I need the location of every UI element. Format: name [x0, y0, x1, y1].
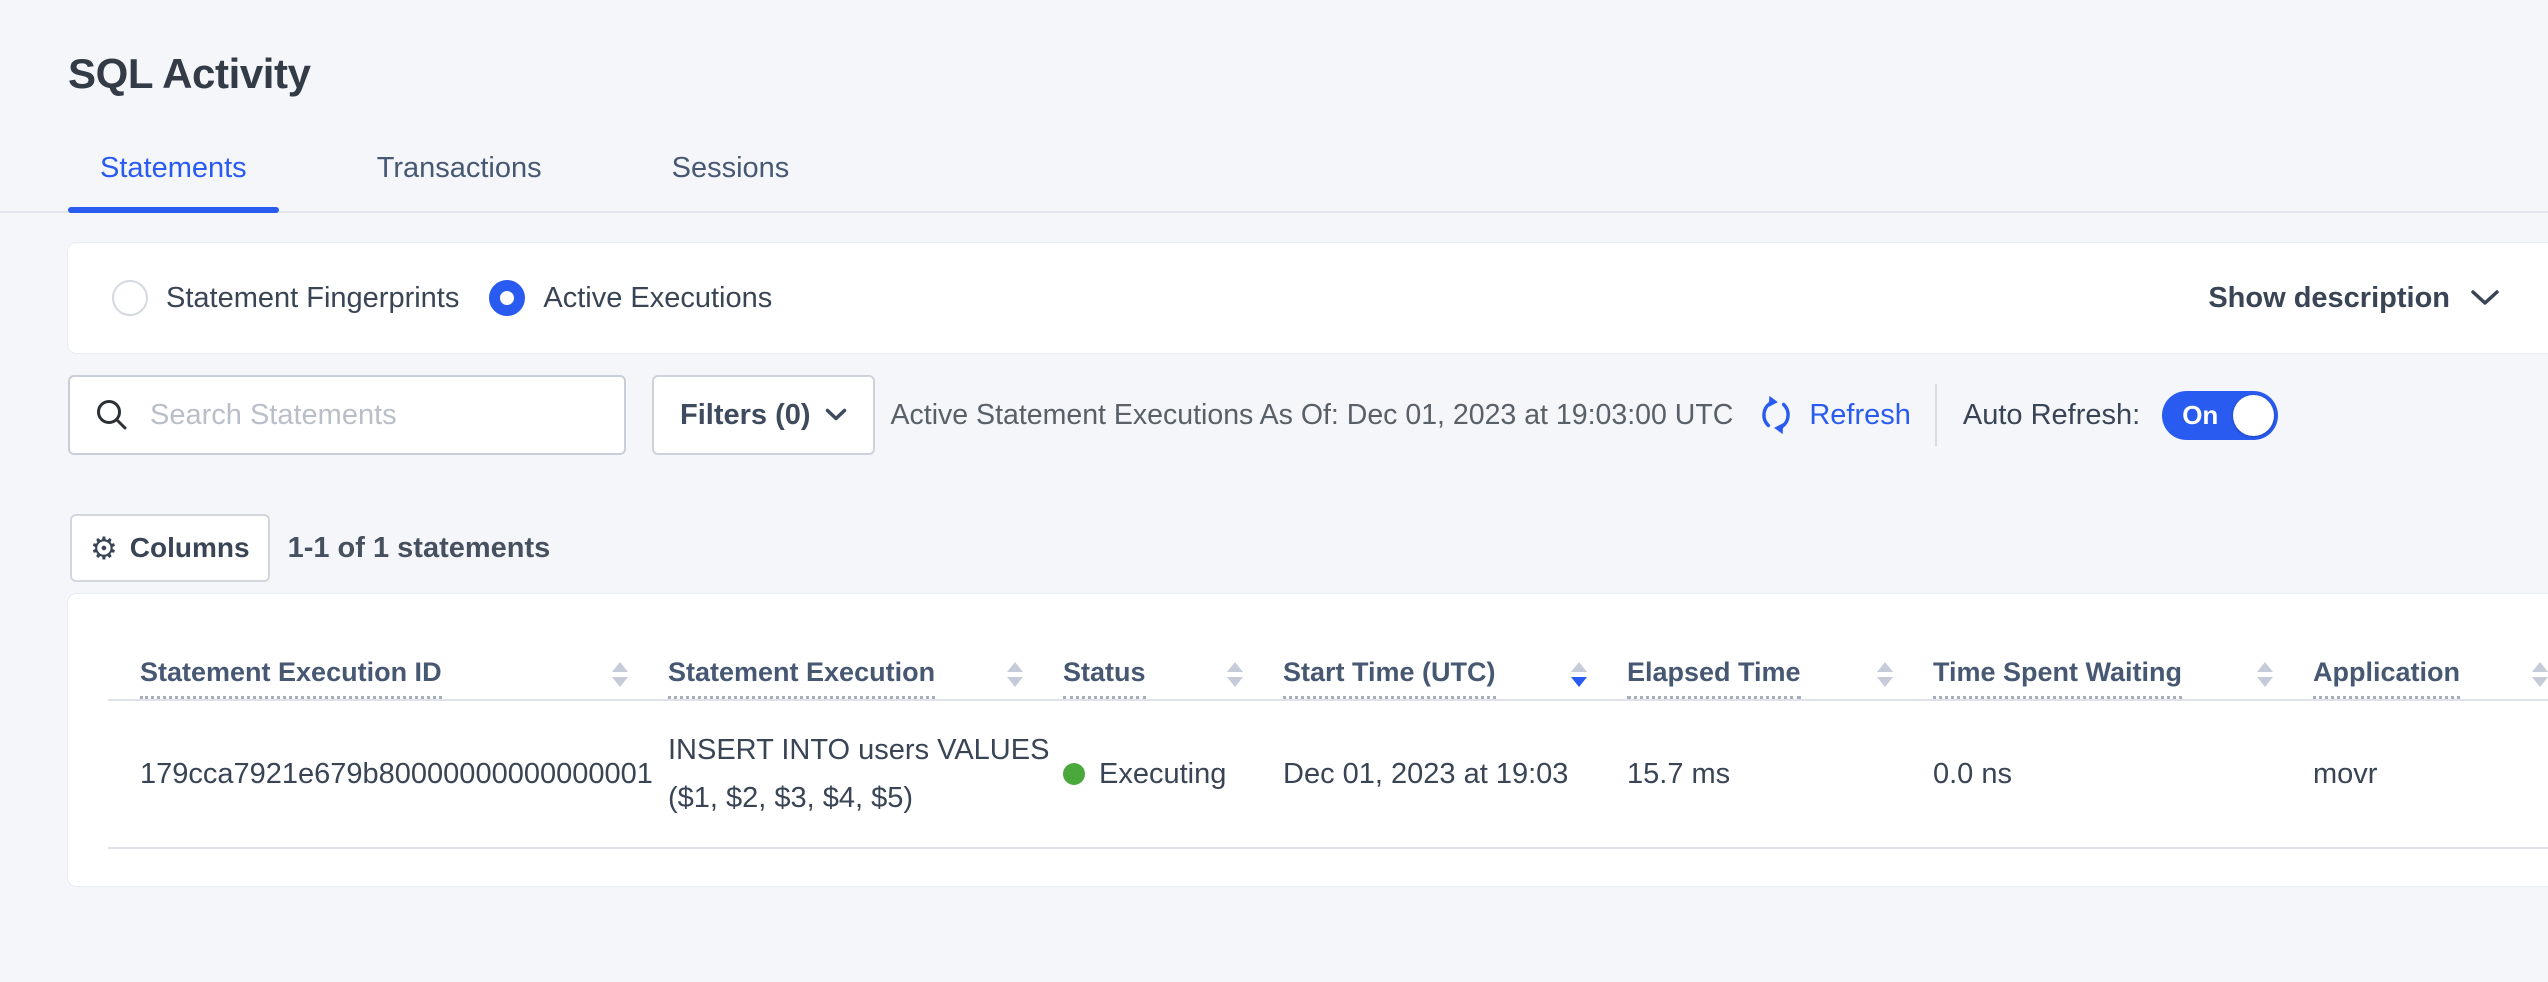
chevron-down-icon: [825, 408, 847, 422]
show-description-label: Show description: [2208, 282, 2450, 315]
cell-time-spent-waiting: 0.0 ns: [1933, 700, 2313, 848]
view-mode-card: Statement Fingerprints Active Executions…: [68, 243, 2548, 353]
cell-status: Executing: [1063, 700, 1283, 848]
show-description-button[interactable]: Show description: [2208, 243, 2500, 353]
sort-arrows-icon: [1227, 662, 1243, 699]
statement-line-2: ($1, $2, $3, $4, $5): [668, 774, 1063, 822]
column-header-elapsed-time[interactable]: Elapsed Time: [1627, 594, 1933, 700]
radio-label: Statement Fingerprints: [166, 282, 459, 315]
column-header-time-spent-waiting[interactable]: Time Spent Waiting: [1933, 594, 2313, 700]
auto-refresh-toggle[interactable]: On: [2162, 391, 2278, 440]
cell-statement: INSERT INTO users VALUES ($1, $2, $3, $4…: [668, 700, 1063, 848]
radio-label: Active Executions: [543, 282, 772, 315]
columns-button[interactable]: ⚙ Columns: [70, 514, 270, 582]
chevron-down-icon: [2470, 289, 2500, 307]
sort-arrows-desc-icon: [1571, 662, 1587, 699]
auto-refresh-label: Auto Refresh:: [1963, 399, 2140, 432]
tab-bar: Statements Transactions Sessions: [0, 140, 2548, 213]
cell-application: movr: [2313, 700, 2548, 848]
radio-unselected-icon: [112, 280, 148, 316]
radio-statement-fingerprints[interactable]: Statement Fingerprints: [112, 280, 459, 316]
statement-line-1: INSERT INTO users VALUES: [668, 726, 1063, 774]
status-executing-dot-icon: [1063, 763, 1085, 785]
auto-refresh-control: Auto Refresh: On: [1963, 391, 2278, 440]
refresh-label: Refresh: [1809, 399, 1911, 432]
cell-execution-id: 179cca7921e679b80000000000000001: [108, 700, 668, 848]
sort-arrows-icon: [1007, 662, 1023, 699]
gear-icon: ⚙: [90, 533, 118, 564]
statements-table-card: Statement Execution ID Statement Executi…: [68, 594, 2548, 886]
as-of-timestamp: Active Statement Executions As Of: Dec 0…: [891, 399, 1734, 432]
search-icon: [94, 397, 130, 433]
page-title: SQL Activity: [68, 50, 311, 98]
controls-row: Filters (0) Active Statement Executions …: [68, 375, 2548, 455]
filters-button[interactable]: Filters (0): [652, 375, 875, 455]
tab-sessions[interactable]: Sessions: [640, 152, 822, 211]
toggle-state-label: On: [2182, 400, 2218, 431]
search-box[interactable]: [68, 375, 626, 455]
sort-arrows-icon: [2532, 662, 2548, 699]
column-header-statement-execution[interactable]: Statement Execution: [668, 594, 1063, 700]
filters-label: Filters (0): [680, 399, 811, 432]
radio-selected-icon: [489, 280, 525, 316]
table-row[interactable]: 179cca7921e679b80000000000000001 INSERT …: [108, 700, 2548, 848]
table-header-row: Statement Execution ID Statement Executi…: [108, 594, 2548, 700]
cell-start-time: Dec 01, 2023 at 19:03: [1283, 700, 1627, 848]
status-label: Executing: [1099, 758, 1226, 791]
search-input[interactable]: [150, 399, 600, 432]
refresh-button[interactable]: Refresh: [1755, 394, 1911, 436]
sql-activity-page: { "page": { "title": "SQL Activity" }, "…: [0, 0, 2548, 982]
column-header-statement-execution-id[interactable]: Statement Execution ID: [108, 594, 668, 700]
columns-label: Columns: [130, 532, 250, 564]
column-header-application[interactable]: Application: [2313, 594, 2548, 700]
cell-elapsed-time: 15.7 ms: [1627, 700, 1933, 848]
sort-arrows-icon: [2257, 662, 2273, 699]
result-count: 1-1 of 1 statements: [288, 532, 551, 565]
sort-arrows-icon: [612, 662, 628, 699]
statements-table: Statement Execution ID Statement Executi…: [108, 594, 2548, 849]
refresh-icon: [1755, 394, 1797, 436]
table-toolbar: ⚙ Columns 1-1 of 1 statements: [70, 514, 550, 582]
tab-statements[interactable]: Statements: [68, 152, 279, 211]
sort-arrows-icon: [1877, 662, 1893, 699]
column-header-status[interactable]: Status: [1063, 594, 1283, 700]
vertical-divider: [1935, 384, 1937, 446]
toggle-knob: [2233, 395, 2274, 436]
column-header-start-time[interactable]: Start Time (UTC): [1283, 594, 1627, 700]
tab-transactions[interactable]: Transactions: [345, 152, 574, 211]
radio-active-executions[interactable]: Active Executions: [489, 280, 772, 316]
